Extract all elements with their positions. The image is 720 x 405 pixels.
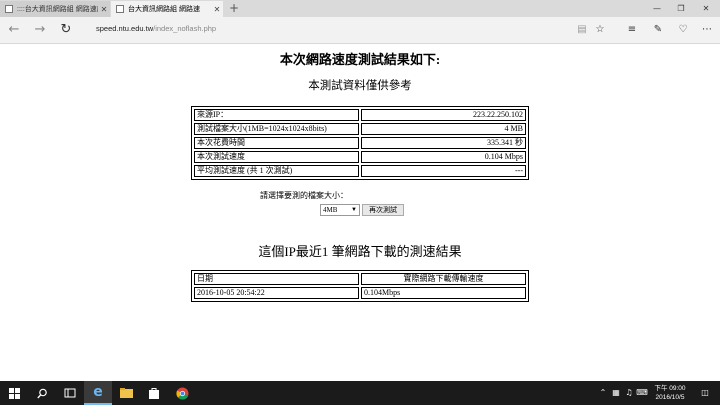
forward-icon[interactable]: → — [30, 21, 50, 39]
address-toolbar: ← → ↻ speed.ntu.edu.tw/index_noflash.php… — [0, 17, 720, 44]
row-label: 平均測試速度 (共 1 次測試) — [194, 165, 359, 177]
file-explorer-icon[interactable] — [112, 381, 140, 405]
page-icon — [5, 5, 13, 13]
page-subtitle: 本測試資料僅供參考 — [308, 80, 412, 92]
row-value: --- — [361, 165, 526, 177]
table-row: 平均測試速度 (共 1 次測試) --- — [194, 165, 526, 177]
tab-title: ::::台大資訊網路組 網路速度 — [17, 6, 98, 13]
url-domain: speed.ntu.edu.tw — [96, 24, 154, 33]
network-icon[interactable]: ▦ — [610, 381, 622, 405]
start-icon[interactable] — [0, 381, 28, 405]
file-size-select[interactable]: 4MB ▼ — [320, 204, 360, 216]
store-icon[interactable] — [140, 381, 168, 405]
history-title: 這個IP最近1 筆網路下載的測速結果 — [258, 244, 462, 259]
tab-bar: ::::台大資訊網路組 網路速度 ✕ 台大資訊網路組 網路速 ✕ + — ❐ ✕ — [0, 0, 720, 17]
row-label: 本次測試速度 — [194, 151, 359, 163]
minimize-button[interactable]: — — [645, 0, 669, 17]
new-tab-button[interactable]: + — [226, 0, 242, 17]
more-icon[interactable]: ⋯ — [699, 22, 715, 38]
row-value: 335.341 秒 — [361, 137, 526, 149]
table-row: 來源IP： 223.22.250.102 — [194, 109, 526, 121]
edge-browser-icon[interactable]: e — [84, 381, 112, 405]
back-icon[interactable]: ← — [4, 21, 24, 39]
url-path: /index_noflash.php — [153, 24, 217, 33]
row-value: 0.104 Mbps — [361, 151, 526, 163]
hub-icon[interactable]: ≡ — [624, 22, 640, 38]
history-table: 日期 實際網路下載傳輸速度 2016-10-05 20:54:22 0.104M… — [191, 270, 529, 302]
page-title: 本次網路速度測試結果如下: — [279, 52, 441, 67]
taskbar: e ⌃ ▦ ♫ ⌨ 下午 09:00 2016/10/5 ◫ — [0, 381, 720, 405]
history-date: 2016-10-05 20:54:22 — [194, 287, 359, 299]
row-value: 223.22.250.102 — [361, 109, 526, 121]
row-label: 本次花費時間 — [194, 137, 359, 149]
web-note-icon[interactable]: ✎ — [650, 22, 666, 38]
table-header-row: 日期 實際網路下載傳輸速度 — [194, 273, 526, 285]
chrome-icon[interactable] — [168, 381, 196, 405]
reading-view-icon[interactable]: ▤ — [574, 22, 590, 38]
chevron-down-icon: ▼ — [351, 207, 357, 213]
share-icon[interactable]: ♡ — [675, 22, 691, 38]
table-row: 2016-10-05 20:54:22 0.104Mbps — [194, 287, 526, 299]
row-label: 來源IP： — [194, 109, 359, 121]
row-label: 測試檔案大小(1MB=1024x1024x8bits) — [194, 123, 359, 135]
favorite-star-icon[interactable]: ☆ — [592, 22, 608, 38]
address-field[interactable]: speed.ntu.edu.tw/index_noflash.php — [96, 24, 216, 33]
tab-inactive[interactable]: ::::台大資訊網路組 網路速度 ✕ — [0, 1, 110, 17]
close-tab-icon[interactable]: ✕ — [211, 5, 223, 14]
web-page: 本次網路速度測試結果如下: 本測試資料僅供參考 來源IP： 223.22.250… — [0, 45, 720, 381]
table-row: 本次測試速度 0.104 Mbps — [194, 151, 526, 163]
refresh-icon[interactable]: ↻ — [56, 21, 76, 39]
column-header-date: 日期 — [194, 273, 359, 285]
row-value: 4 MB — [361, 123, 526, 135]
table-row: 測試檔案大小(1MB=1024x1024x8bits) 4 MB — [194, 123, 526, 135]
file-size-value: 4MB — [323, 206, 338, 214]
search-icon[interactable] — [28, 381, 56, 405]
table-row: 本次花費時間 335.341 秒 — [194, 137, 526, 149]
notification-up-icon[interactable]: ⌃ — [598, 381, 608, 405]
file-size-prompt: 請選擇要測的檔案大小： — [260, 191, 348, 200]
clock-date: 2016/10/5 — [655, 394, 685, 401]
close-tab-icon[interactable]: ✕ — [98, 5, 110, 14]
close-button[interactable]: ✕ — [694, 0, 718, 17]
column-header-speed: 實際網路下載傳輸速度 — [361, 273, 526, 285]
clock-time: 下午 09:00 — [654, 385, 686, 392]
task-view-icon[interactable] — [56, 381, 84, 405]
tab-title: 台大資訊網路組 網路速 — [128, 6, 200, 13]
retest-button[interactable]: 再次測試 — [362, 204, 404, 216]
volume-icon[interactable]: ♫ — [623, 381, 635, 405]
page-icon — [116, 5, 124, 13]
input-method-icon[interactable]: ⌨ — [636, 381, 648, 405]
tab-active[interactable]: 台大資訊網路組 網路速 ✕ — [111, 1, 223, 17]
history-speed: 0.104Mbps — [361, 287, 526, 299]
action-center-icon[interactable]: ◫ — [698, 381, 712, 405]
restore-button[interactable]: ❐ — [669, 0, 693, 17]
result-table: 來源IP： 223.22.250.102 測試檔案大小(1MB=1024x102… — [191, 106, 529, 180]
clock[interactable]: 下午 09:00 2016/10/5 — [648, 384, 692, 402]
